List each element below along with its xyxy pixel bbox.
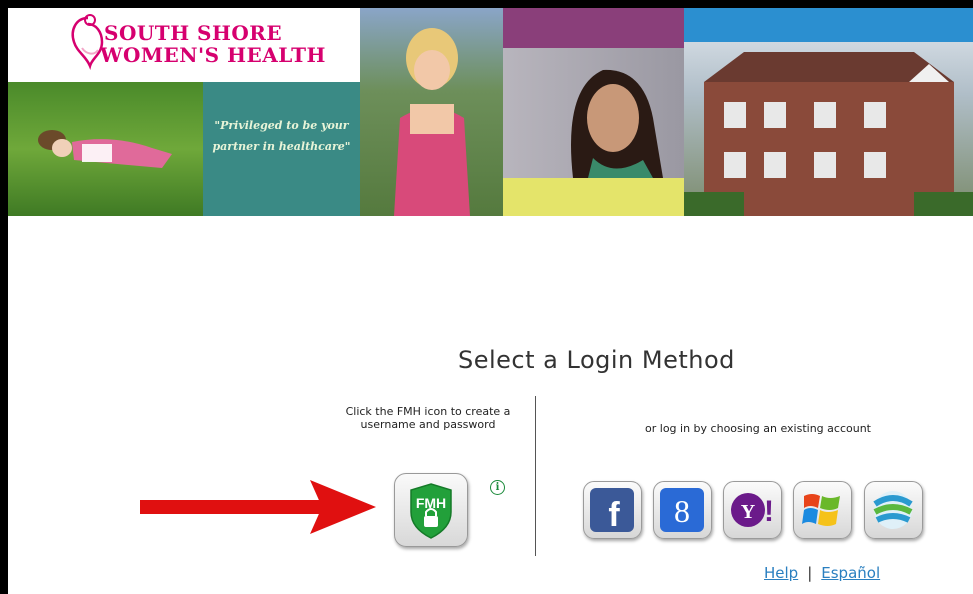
fmh-instructions: Click the FMH icon to create a username … bbox=[345, 405, 511, 431]
footer-links: Help | Español bbox=[764, 564, 880, 582]
logo-line1: SOUTH SHORE bbox=[104, 21, 283, 45]
page-title: Select a Login Method bbox=[458, 346, 735, 374]
openid-login-button[interactable] bbox=[864, 481, 923, 539]
purple-band bbox=[503, 8, 684, 48]
facebook-login-button[interactable]: f bbox=[583, 481, 642, 539]
tagline-text: "Privileged to be your partner in health… bbox=[212, 119, 351, 153]
photo-young-woman bbox=[503, 48, 684, 178]
info-icon[interactable]: i bbox=[490, 480, 505, 495]
yahoo-login-button[interactable]: Y ! bbox=[723, 481, 782, 539]
google-icon: 8 bbox=[660, 488, 704, 532]
windows-live-login-button[interactable] bbox=[793, 481, 852, 539]
photo-runner bbox=[360, 8, 503, 216]
footer-separator: | bbox=[807, 564, 813, 582]
vertical-divider bbox=[535, 396, 536, 556]
google-login-button[interactable]: 8 bbox=[653, 481, 712, 539]
windows-flag-icon bbox=[802, 494, 840, 526]
language-link[interactable]: Español bbox=[821, 564, 880, 582]
facebook-icon: f bbox=[590, 488, 634, 532]
svg-text:Y: Y bbox=[741, 501, 756, 523]
red-arrow-icon bbox=[140, 480, 376, 534]
svg-text:!: ! bbox=[764, 495, 774, 528]
yahoo-icon: Y ! bbox=[731, 493, 774, 528]
logo-line2: WOMEN'S HEALTH bbox=[100, 43, 326, 67]
photo-relaxing-woman bbox=[8, 82, 203, 216]
svg-text:8: 8 bbox=[674, 493, 690, 529]
svg-text:f: f bbox=[608, 496, 620, 532]
help-link[interactable]: Help bbox=[764, 564, 798, 582]
yellow-band bbox=[503, 178, 684, 216]
openid-icon bbox=[873, 491, 913, 529]
tagline-box: "Privileged to be your partner in health… bbox=[203, 82, 360, 216]
existing-account-text: or log in by choosing an existing accoun… bbox=[645, 422, 871, 435]
logo[interactable]: SOUTH SHORE WOMEN'S HEALTH bbox=[8, 8, 360, 82]
page-frame: SOUTH SHORE WOMEN'S HEALTH "Privileged t… bbox=[8, 8, 973, 594]
photo-building bbox=[684, 42, 973, 216]
blue-band bbox=[684, 8, 973, 42]
header-banner: SOUTH SHORE WOMEN'S HEALTH "Privileged t… bbox=[8, 8, 973, 216]
fmh-login-button[interactable]: FMH bbox=[394, 473, 468, 547]
